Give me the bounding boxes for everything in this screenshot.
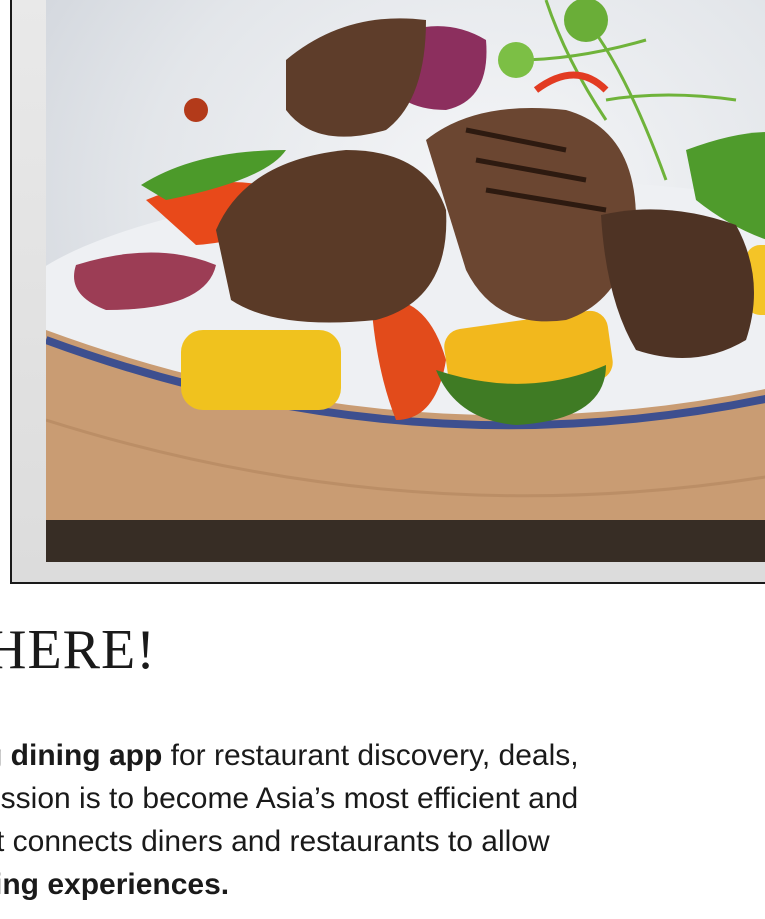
- sauce-dot: [184, 98, 208, 122]
- herb-leaf-2: [564, 0, 608, 42]
- beef-cube: [216, 150, 447, 323]
- hero-frame: [10, 0, 765, 584]
- table-shadow: [46, 520, 765, 562]
- beef-cube-4: [286, 18, 426, 137]
- paragraph-line-1: g dining app for restaurant discovery, d…: [0, 734, 765, 777]
- paragraph-line-2: ission is to become Asia’s most efficien…: [0, 782, 579, 815]
- app-name-bold: g dining app: [0, 739, 163, 772]
- yellow-pepper: [181, 330, 341, 410]
- paragraph-line-3: t connects diners and restaurants to all…: [0, 825, 550, 858]
- page-heading: HERE!: [0, 619, 156, 681]
- paragraph-line-1-rest: for restaurant discovery, deals,: [162, 739, 579, 772]
- chili-slice: [533, 71, 609, 93]
- paragraph-line-4: ing experiences.: [0, 868, 230, 901]
- intro-paragraph: g dining app for restaurant discovery, d…: [0, 734, 765, 906]
- food-photo-icon: [46, 0, 765, 562]
- herb-leaf: [498, 42, 534, 78]
- hero-food-photo: [46, 0, 765, 562]
